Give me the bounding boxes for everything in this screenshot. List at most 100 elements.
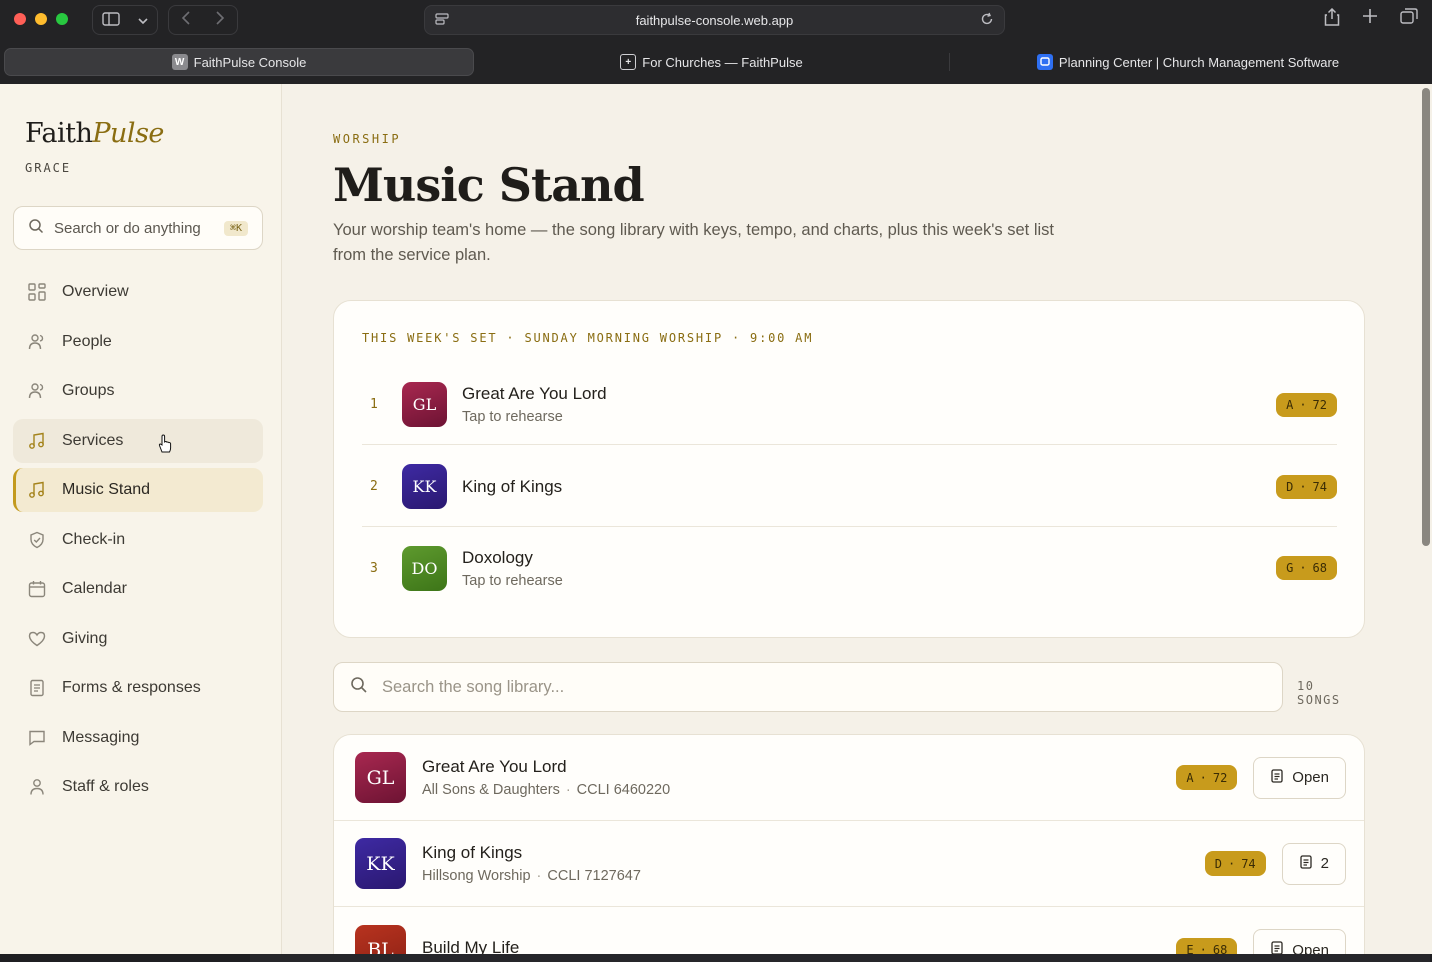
document-icon	[1270, 768, 1284, 787]
sidebar-item-music-stand[interactable]: Music Stand	[13, 468, 263, 512]
groups-icon	[27, 382, 47, 400]
set-song-number: 2	[370, 479, 378, 494]
sidebar-item-label: Giving	[62, 629, 108, 647]
site-settings-icon[interactable]	[435, 12, 449, 28]
sidebar-item-groups[interactable]: Groups	[13, 369, 263, 413]
tab-label: For Churches — FaithPulse	[642, 54, 803, 70]
song-text: Doxology Tap to rehearse	[462, 548, 563, 589]
set-song-row[interactable]: 3 DO Doxology Tap to rehearse G · 68	[362, 528, 1337, 608]
scrollbar-thumb[interactable]	[1422, 88, 1430, 546]
tab-favicon: +	[620, 54, 637, 70]
sidebar-item-label: Groups	[62, 382, 115, 399]
page-description: Your worship team's home — the song libr…	[333, 221, 1055, 264]
charts-count-button[interactable]: 2	[1281, 842, 1346, 885]
song-subtitle: Tap to rehearse	[462, 409, 563, 425]
song-bpm: 72	[1312, 397, 1327, 412]
maximize-window-button[interactable]	[56, 13, 68, 25]
song-avatar: DO	[402, 545, 447, 591]
library-song-row[interactable]: BL Build My Life E · 68 Open	[334, 907, 1364, 955]
sidebar-item-staff[interactable]: Staff & roles	[13, 765, 263, 809]
song-avatar: GL	[355, 752, 406, 803]
open-chart-button[interactable]: Open	[1253, 756, 1346, 799]
tab-overview-icon[interactable]	[1400, 8, 1418, 31]
song-avatar: KK	[355, 838, 406, 889]
song-title: King of Kings	[422, 843, 523, 862]
sidebar-item-calendar[interactable]: Calendar	[13, 567, 263, 611]
song-meta: All Sons & Daughters · CCLI 6460220	[422, 782, 670, 798]
tab-planning-center[interactable]: Planning Center | Church Management Soft…	[950, 48, 1426, 76]
sidebar-item-label: Forms & responses	[62, 679, 201, 696]
search-icon	[28, 218, 44, 238]
song-artist: Hillsong Worship	[422, 868, 531, 884]
song-title: Build My Life	[422, 937, 520, 955]
music-note-icon	[27, 481, 47, 499]
reload-icon[interactable]	[980, 12, 994, 29]
song-ccli: CCLI 6460220	[576, 782, 671, 798]
mouse-cursor-icon	[157, 434, 173, 454]
org-name: GRACE	[25, 161, 72, 175]
tab-faithpulse-console[interactable]: W FaithPulse Console	[4, 48, 474, 76]
minimize-window-button[interactable]	[35, 13, 47, 25]
song-avatar: KK	[402, 464, 447, 509]
set-song-number: 1	[370, 397, 378, 412]
forward-icon[interactable]	[215, 10, 225, 30]
page-scrollbar[interactable]	[1420, 88, 1430, 946]
sidebar-item-overview[interactable]: Overview	[13, 270, 263, 314]
song-text: King of Kings Hillsong Worship · CCLI 7127…	[422, 843, 641, 884]
chat-icon	[27, 729, 47, 747]
sidebar-item-messaging[interactable]: Messaging	[13, 716, 263, 760]
song-text: Build My Life	[422, 938, 519, 955]
address-bar[interactable]: faithpulse-console.web.app	[424, 5, 1005, 35]
page-title: Music Stand	[333, 158, 645, 212]
sidebar-item-label: Services	[62, 431, 124, 449]
share-icon[interactable]	[1324, 7, 1340, 31]
tab-label: FaithPulse Console	[193, 54, 307, 70]
document-icon	[1270, 941, 1284, 954]
window-controls	[14, 13, 68, 25]
song-text: King of Kings	[462, 477, 562, 497]
sidebar-item-people[interactable]: People	[13, 320, 263, 364]
sidebar-nav: Overview People Groups Services Music St…	[13, 270, 263, 815]
song-bpm: 72	[1212, 770, 1228, 785]
song-key: A	[1186, 770, 1194, 785]
library-search-placeholder: Search the song library...	[382, 677, 565, 696]
tab-favicon	[1036, 54, 1053, 70]
song-text: Great Are You Lord All Sons & Daughters ·…	[422, 757, 670, 798]
set-song-row[interactable]: 1 GL Great Are You Lord Tap to rehearse …	[362, 365, 1337, 445]
brand-logo[interactable]: FaithPulse	[25, 118, 164, 149]
sidebar-icon	[102, 11, 120, 29]
song-title: Great Are You Lord	[462, 384, 607, 403]
sidebar-item-label: Calendar	[62, 580, 127, 597]
sidebar-item-giving[interactable]: Giving	[13, 617, 263, 661]
sidebar-item-label: Staff & roles	[62, 778, 149, 795]
sidebar-item-check-in[interactable]: Check-in	[13, 518, 263, 562]
sidebar-toggle-button[interactable]	[92, 5, 158, 35]
pill-separator: ·	[1227, 856, 1236, 871]
library-song-row[interactable]: KK King of Kings Hillsong Worship · CCLI 7…	[334, 821, 1364, 907]
open-button-label: Open	[1292, 769, 1329, 786]
back-icon[interactable]	[181, 10, 191, 30]
sidebar: FaithPulse GRACE Search or do anything ⌘…	[0, 84, 282, 954]
pill-separator: ·	[1299, 561, 1307, 575]
search-icon	[350, 676, 368, 699]
set-song-row[interactable]: 2 KK King of Kings D · 74	[362, 447, 1337, 527]
song-title: Great Are You Lord	[422, 757, 567, 776]
sidebar-item-services[interactable]: Services	[13, 418, 263, 463]
sidebar-item-label: Messaging	[62, 728, 140, 746]
sidebar-item-forms[interactable]: Forms & responses	[13, 666, 263, 710]
brand-accent: Pulse	[92, 118, 164, 149]
open-chart-button[interactable]: Open	[1253, 929, 1346, 954]
pill-separator: ·	[1199, 770, 1207, 785]
meta-separator: ·	[565, 782, 571, 798]
command-search[interactable]: Search or do anything ⌘K	[13, 206, 263, 250]
library-song-row[interactable]: GL Great Are You Lord All Sons & Daughte…	[334, 735, 1364, 821]
song-library-search[interactable]: Search the song library...	[333, 662, 1283, 712]
meta-separator: ·	[536, 868, 542, 884]
chevron-down-icon	[138, 12, 148, 28]
new-tab-icon[interactable]	[1362, 8, 1378, 31]
close-window-button[interactable]	[14, 13, 26, 25]
song-bpm: 74	[1241, 856, 1256, 871]
song-library-list: GL Great Are You Lord All Sons & Daughte…	[333, 734, 1365, 954]
tab-for-churches[interactable]: + For Churches — FaithPulse	[474, 53, 950, 71]
document-icon	[1299, 854, 1313, 873]
